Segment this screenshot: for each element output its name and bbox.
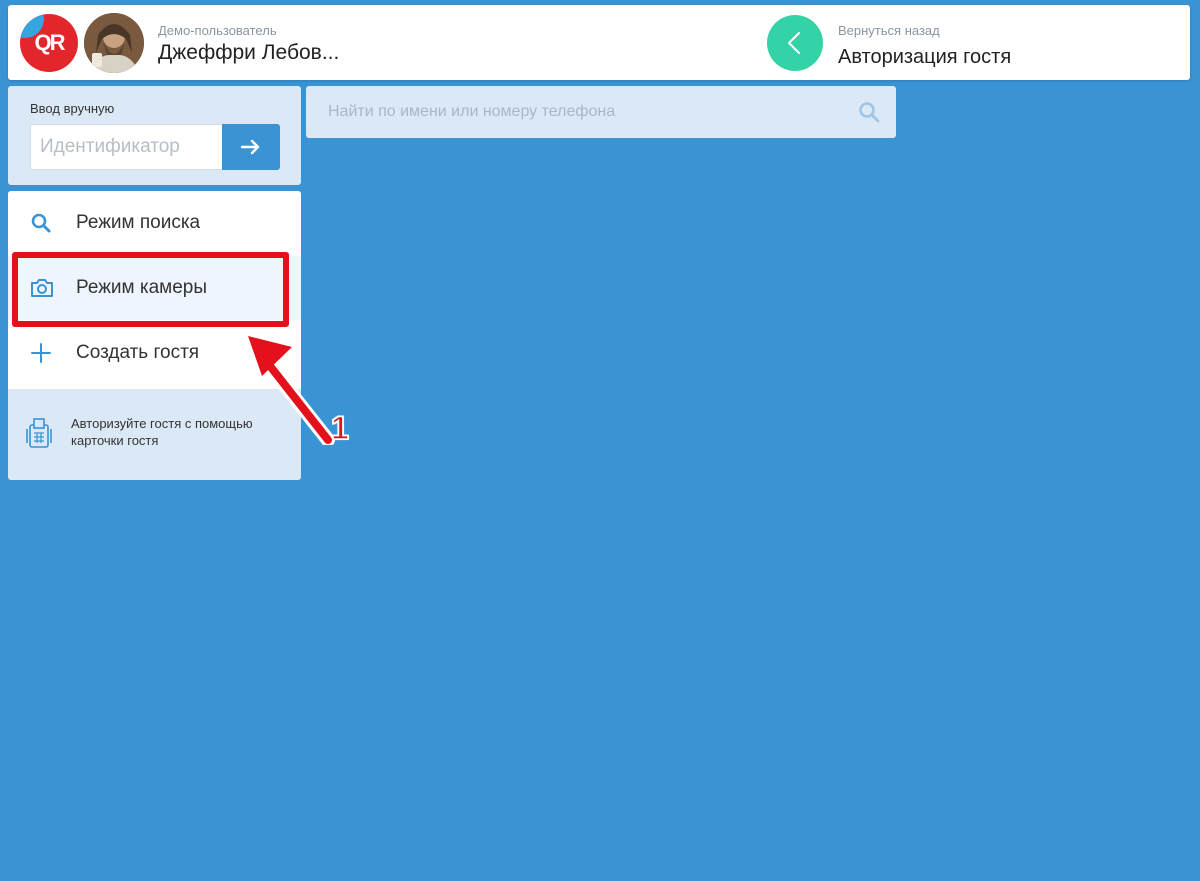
user-avatar[interactable] [84,13,144,73]
guest-card-hint: Авторизуйте гостя с помощью карточки гос… [8,389,301,480]
menu-item-search-mode[interactable]: Режим поиска [8,191,301,255]
menu-item-camera-mode[interactable]: Режим камеры [8,256,301,320]
top-bar: QR Демо-пользователь Джеффри Лебов... Ве… [8,5,1190,80]
guest-search-input[interactable] [306,86,846,138]
user-name[interactable]: Джеффри Лебов... [158,41,339,65]
logo-text: QR [34,30,66,55]
app-logo: QR [20,14,78,72]
submit-identifier-button[interactable] [222,124,280,170]
menu-item-label: Создать гостя [76,342,200,363]
card-terminal-icon [26,418,52,448]
mode-menu: Режим поиска Режим камеры Создать гостя … [8,191,301,480]
guest-search[interactable] [306,86,896,138]
chevron-left-icon [788,32,800,54]
search-icon[interactable] [858,101,880,123]
page-title: Авторизация гостя [838,46,1012,68]
manual-entry-title: Ввод вручную [30,101,115,116]
menu-item-label: Режим поиска [76,212,201,233]
back-button[interactable] [767,15,823,71]
search-icon [31,213,51,233]
manual-entry-panel: Ввод вручную [8,86,301,185]
identifier-input[interactable] [30,124,222,170]
annotation-number: 1 [330,409,349,447]
menu-item-label: Режим камеры [76,277,208,298]
menu-item-create-guest[interactable]: Создать гостя [8,321,301,385]
guest-card-hint-text: Авторизуйте гостя с помощью карточки гос… [71,416,253,448]
user-role-label: Демо-пользователь [158,23,277,38]
arrow-right-icon [241,139,260,155]
back-label[interactable]: Вернуться назад [838,23,940,38]
camera-icon [31,279,53,297]
plus-icon [31,343,51,363]
